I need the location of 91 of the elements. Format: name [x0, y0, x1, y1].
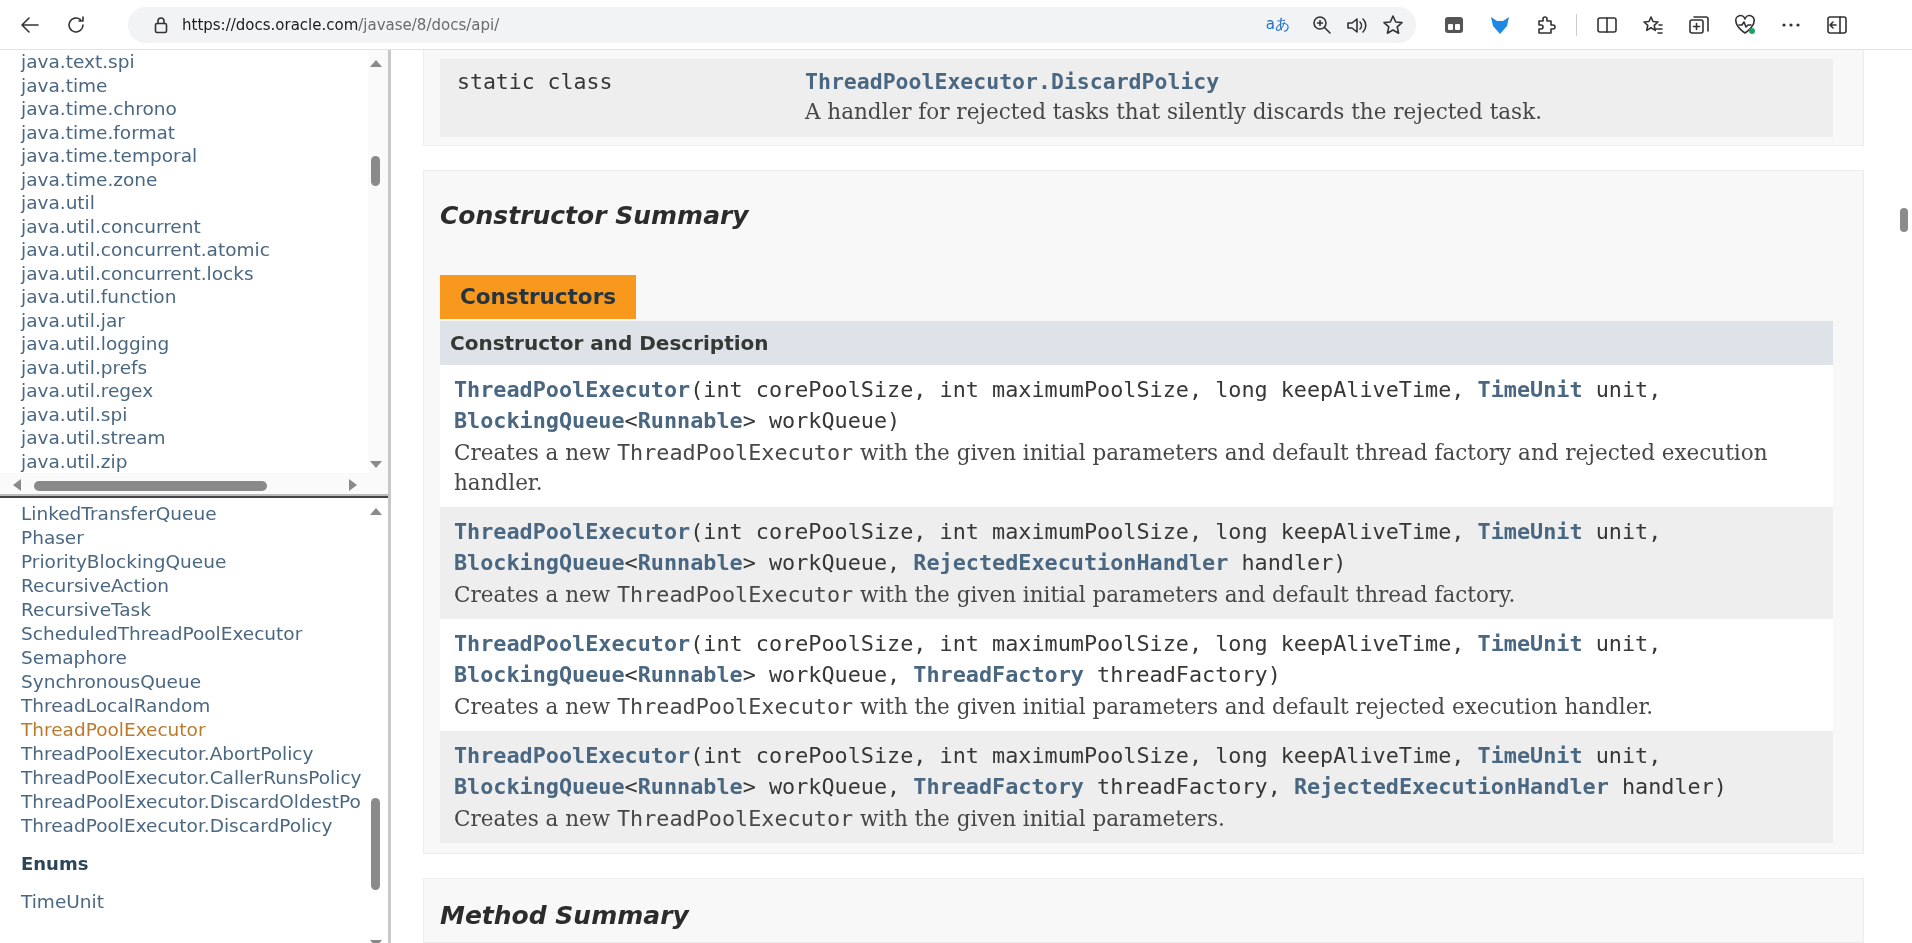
- reload-icon: [65, 13, 87, 36]
- type-link[interactable]: RejectedExecutionHandler: [1293, 774, 1609, 799]
- type-link[interactable]: Runnable: [637, 408, 743, 433]
- type-link[interactable]: ThreadFactory: [913, 662, 1084, 687]
- class-link[interactable]: RecursiveAction: [21, 574, 169, 598]
- class-link[interactable]: Semaphore: [21, 646, 127, 670]
- package-link[interactable]: java.util.concurrent: [21, 214, 201, 238]
- section-title: Constructor Summary: [440, 200, 749, 231]
- package-link[interactable]: java.time.chrono: [21, 97, 177, 121]
- type-link[interactable]: BlockingQueue: [454, 662, 625, 687]
- type-link[interactable]: BlockingQueue: [454, 408, 625, 433]
- package-link[interactable]: java.util.prefs: [21, 355, 148, 379]
- package-link[interactable]: java.time: [21, 73, 108, 97]
- type-link[interactable]: TimeUnit: [1477, 631, 1583, 656]
- class-link[interactable]: ThreadLocalRandom: [21, 694, 211, 718]
- modifier-text: static class: [456, 68, 613, 96]
- package-link[interactable]: java.text.spi: [21, 50, 135, 74]
- class-link[interactable]: ThreadPoolExecutor: [21, 718, 206, 742]
- scrollbar-thumb[interactable]: [34, 481, 267, 491]
- scrollbar-thumb[interactable]: [1900, 208, 1908, 232]
- package-link[interactable]: java.util.logging: [21, 332, 170, 356]
- health-icon: [1734, 13, 1756, 36]
- scroll-left-icon[interactable]: [12, 479, 22, 491]
- type-link[interactable]: ThreadPoolExecutor: [454, 377, 691, 402]
- package-link[interactable]: java.util.concurrent.locks: [21, 261, 254, 285]
- class-link[interactable]: PriorityBlockingQueue: [21, 550, 227, 574]
- constructor-signature: ThreadPoolExecutor(int corePoolSize, int maximumPoolSize, long keepAliveTime, TimeUnit unit, BlockingQueue<Runnable> workQueue, ThreadFactory threadFactory): [454, 630, 1663, 689]
- type-link[interactable]: Runnable: [637, 550, 743, 575]
- more-icon: [1782, 22, 1800, 27]
- class-link[interactable]: Phaser: [21, 526, 84, 550]
- type-link[interactable]: TimeUnit: [1477, 519, 1583, 544]
- package-link[interactable]: java.util.spi: [21, 402, 128, 426]
- package-link[interactable]: java.util: [21, 191, 95, 215]
- constructor-signature: ThreadPoolExecutor(int corePoolSize, int maximumPoolSize, long keepAliveTime, TimeUnit unit, BlockingQueue<Runnable> workQueue): [454, 376, 1663, 435]
- collections-icon: [1688, 13, 1710, 36]
- type-link[interactable]: RejectedExecutionHandler: [913, 550, 1229, 575]
- section-title: Method Summary: [440, 901, 691, 931]
- address-bar[interactable]: https://docs.oracle.com/javase/8/docs/api/ aあ: [128, 6, 1416, 43]
- class-link[interactable]: RecursiveTask: [21, 598, 151, 622]
- type-link[interactable]: ThreadPoolExecutor: [454, 519, 691, 544]
- type-link[interactable]: ThreadPoolExecutor: [454, 631, 691, 656]
- scrollbar-thumb[interactable]: [371, 798, 380, 890]
- class-link[interactable]: SynchronousQueue: [21, 670, 201, 694]
- type-link[interactable]: Runnable: [637, 774, 743, 799]
- class-link[interactable]: ThreadPoolExecutor.DiscardPolicy: [805, 67, 1220, 97]
- constructor-description: Creates a new ThreadPoolExecutor with the given initial parameters and default thread factory.: [454, 581, 1517, 609]
- package-link[interactable]: java.util.jar: [21, 308, 125, 332]
- class-link[interactable]: ThreadPoolExecutor.CallerRunsPolicy: [21, 766, 362, 790]
- package-link[interactable]: java.util.regex: [21, 379, 154, 403]
- package-link[interactable]: java.util.stream: [21, 426, 166, 450]
- constructor-signature: ThreadPoolExecutor(int corePoolSize, int maximumPoolSize, long keepAliveTime, TimeUnit unit, BlockingQueue<Runnable> workQueue, ThreadFactory threadFactory, RejectedExecutionHandler handler): [454, 742, 1728, 801]
- package-link[interactable]: java.util.zip: [21, 449, 128, 473]
- translate-button[interactable]: aあ: [1257, 15, 1298, 34]
- url-text[interactable]: https://docs.oracle.com/javase/8/docs/api/: [182, 15, 1244, 34]
- constructors-tab[interactable]: Constructors: [440, 275, 637, 319]
- constructor-signature: ThreadPoolExecutor(int corePoolSize, int maximumPoolSize, long keepAliveTime, TimeUnit unit, BlockingQueue<Runnable> workQueue, RejectedExecutionHandler handler): [454, 518, 1663, 577]
- scroll-down-icon[interactable]: [370, 460, 382, 470]
- scroll-up-icon[interactable]: [370, 58, 382, 68]
- scroll-up-icon[interactable]: [370, 506, 382, 516]
- package-link[interactable]: java.time.temporal: [21, 144, 198, 168]
- sidebar-icon: [1826, 13, 1848, 36]
- type-link[interactable]: TimeUnit: [1477, 743, 1583, 768]
- class-link[interactable]: ThreadPoolExecutor.AbortPolicy: [21, 742, 314, 766]
- class-link[interactable]: ThreadPoolExecutor.DiscardOldestPo: [21, 790, 361, 814]
- class-description: A handler for rejected tasks that silently discards the rejected task.: [805, 98, 1542, 126]
- constructor-description: Creates a new ThreadPoolExecutor with the given initial parameters.: [454, 805, 1226, 833]
- column-header: Constructor and Description: [440, 321, 1833, 365]
- zoom-icon[interactable]: [1312, 14, 1332, 35]
- extensions-icon: [1535, 13, 1557, 36]
- type-link[interactable]: Runnable: [637, 662, 743, 687]
- package-link[interactable]: java.time.zone: [21, 167, 158, 191]
- type-link[interactable]: BlockingQueue: [454, 774, 625, 799]
- class-link[interactable]: LinkedTransferQueue: [21, 502, 217, 526]
- package-link[interactable]: java.util.concurrent.atomic: [21, 238, 270, 262]
- class-link[interactable]: TimeUnit: [21, 890, 104, 914]
- constructor-description: Creates a new ThreadPoolExecutor with the given initial parameters and default thread factory and rejected execution handler.: [454, 439, 1769, 497]
- type-link[interactable]: BlockingQueue: [454, 550, 625, 575]
- type-link[interactable]: ThreadPoolExecutor: [454, 743, 691, 768]
- section-heading: Enums: [21, 852, 89, 876]
- package-link[interactable]: java.util.function: [21, 285, 177, 309]
- class-link[interactable]: ScheduledThreadPoolExecutor: [21, 622, 303, 646]
- package-link[interactable]: java.time.format: [21, 120, 176, 144]
- star-icon[interactable]: [1382, 13, 1404, 36]
- scrollbar-thumb[interactable]: [371, 156, 380, 186]
- type-link[interactable]: TimeUnit: [1477, 377, 1583, 402]
- scroll-right-icon[interactable]: [348, 479, 358, 491]
- type-link[interactable]: ThreadFactory: [913, 774, 1084, 799]
- class-link[interactable]: ThreadPoolExecutor.DiscardPolicy: [21, 814, 333, 838]
- favorites-icon: [1642, 13, 1664, 36]
- lock-icon: [154, 15, 168, 34]
- constructor-description: Creates a new ThreadPoolExecutor with the given initial parameters and default rejected execution handler.: [454, 693, 1655, 721]
